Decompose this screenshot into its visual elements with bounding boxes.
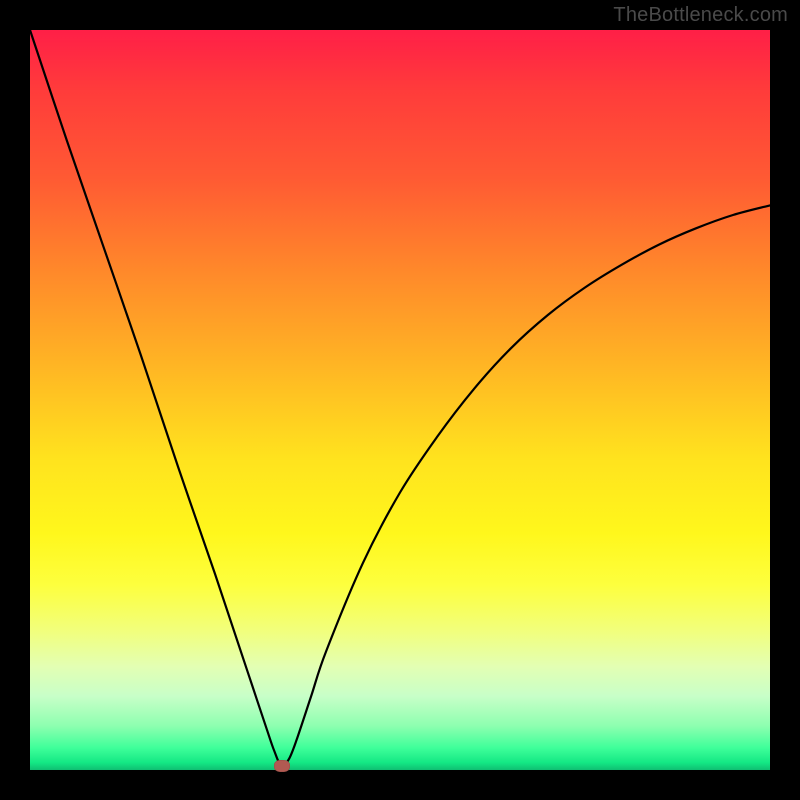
chart-stage: TheBottleneck.com (0, 0, 800, 800)
watermark: TheBottleneck.com (613, 4, 788, 27)
bottleneck-curve (30, 30, 770, 770)
plot-area (30, 30, 770, 770)
curve-path (30, 30, 770, 767)
optimal-marker (274, 760, 290, 772)
